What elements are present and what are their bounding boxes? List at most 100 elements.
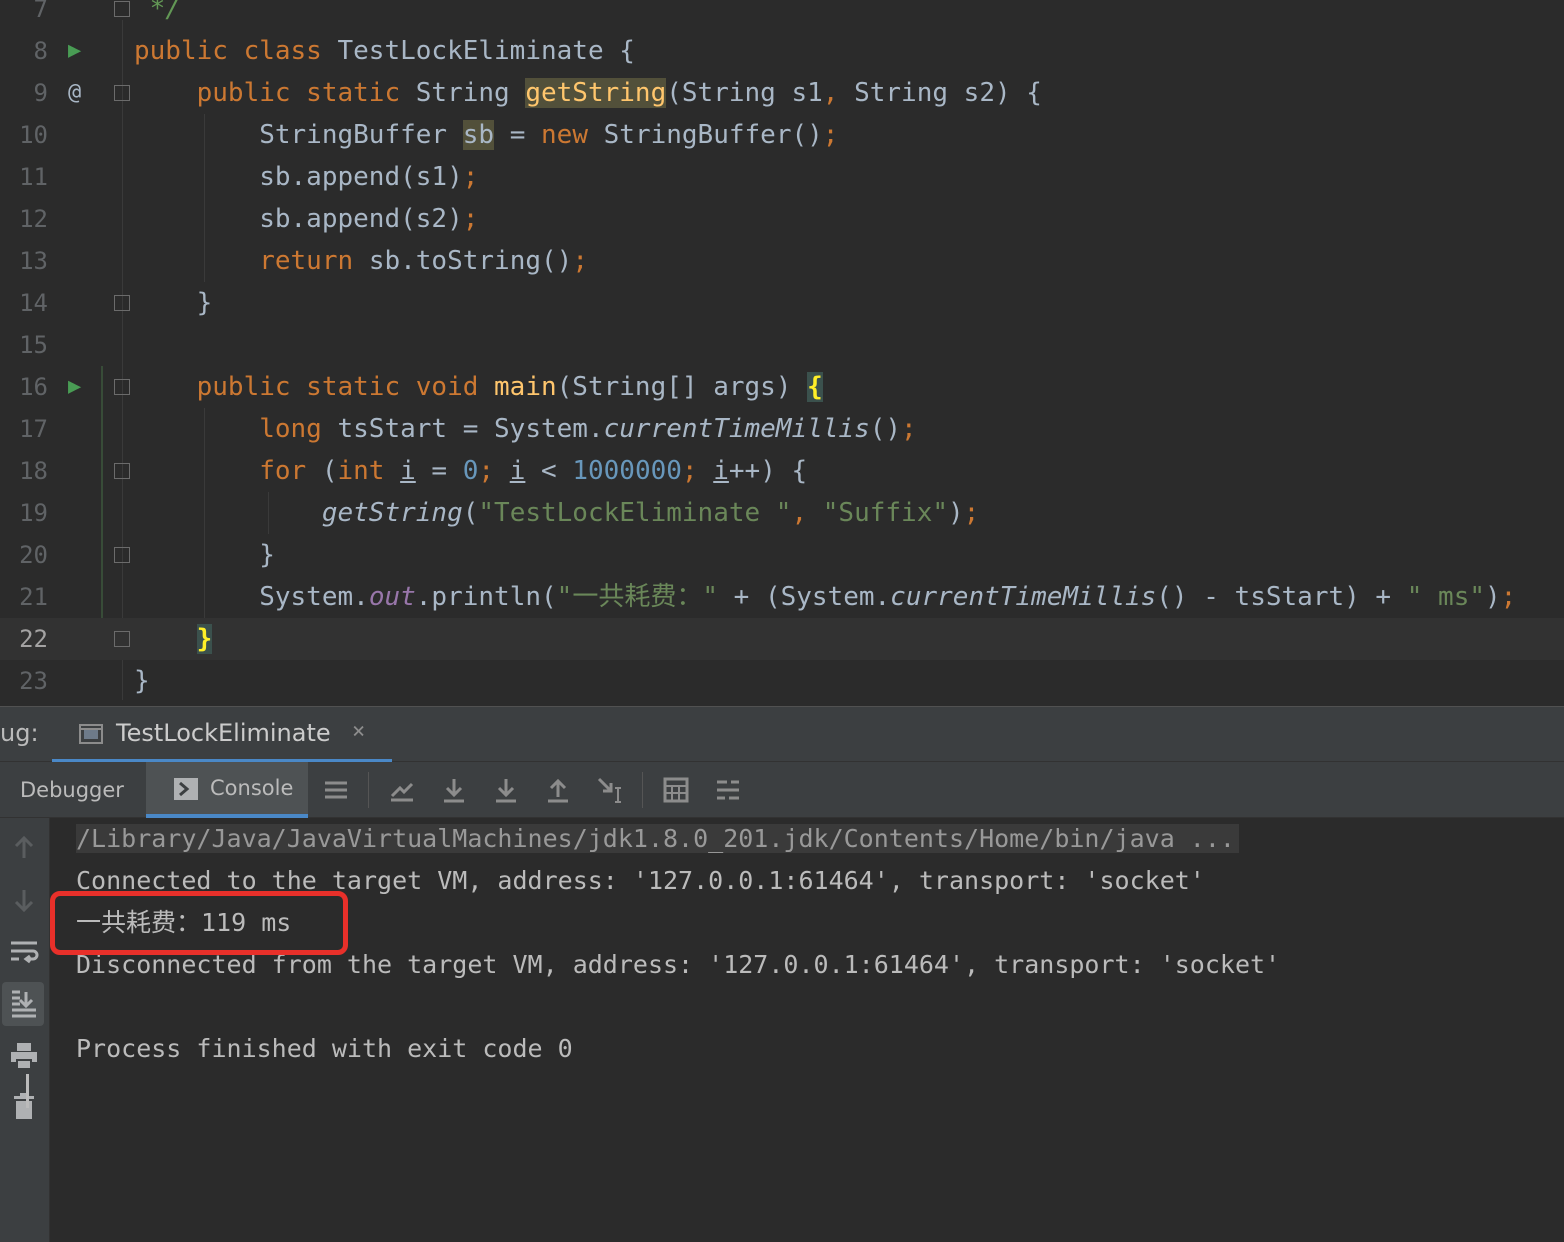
code-line[interactable]: 12 sb.append(s2);: [0, 198, 1564, 240]
code-line[interactable]: 13 return sb.toString();: [0, 240, 1564, 282]
fold-marker-icon[interactable]: [114, 295, 130, 311]
code-token: tsStart = System.: [337, 414, 604, 444]
arrow-down-icon[interactable]: [8, 884, 40, 916]
code-token: (): [869, 414, 902, 444]
code-token: long: [134, 414, 338, 444]
code-line[interactable]: 15: [0, 324, 1564, 366]
java-command-line[interactable]: /Library/Java/JavaVirtualMachines/jdk1.8…: [76, 824, 1239, 853]
evaluate-expression-icon[interactable]: [662, 776, 690, 804]
code-text: public static String getString(String s1…: [134, 72, 1042, 114]
code-editor[interactable]: 7 */8 ▶ public class TestLockEliminate { 9 @…: [0, 0, 1564, 706]
code-line[interactable]: 20 }: [0, 534, 1564, 576]
code-token: out: [368, 582, 416, 612]
code-text: sb.append(s1);: [134, 156, 478, 198]
annotation-gutter-icon[interactable]: @: [68, 72, 81, 114]
code-token: return: [134, 246, 369, 276]
code-text: public static void main(String[] args) {: [134, 366, 823, 408]
line-number[interactable]: 10: [0, 114, 48, 156]
code-token: + (System.: [717, 582, 891, 612]
tab-console-label: Console: [210, 776, 294, 800]
code-token: currentTimeMillis: [890, 582, 1157, 612]
code-token: ++) {: [728, 456, 808, 486]
tab-console[interactable]: Console: [146, 762, 308, 818]
code-token: String: [415, 78, 526, 108]
line-number[interactable]: 15: [0, 324, 48, 366]
show-execution-point-icon[interactable]: [388, 776, 416, 804]
fold-marker-icon[interactable]: [114, 85, 130, 101]
code-line[interactable]: 10 StringBuffer sb = new StringBuffer();: [0, 114, 1564, 156]
scroll-to-end-toggle[interactable]: [2, 982, 44, 1026]
code-token: i: [400, 456, 416, 486]
code-line[interactable]: 8 ▶ public class TestLockEliminate {: [0, 30, 1564, 72]
code-line[interactable]: 9 @ public static String getString(String…: [0, 72, 1564, 114]
line-number[interactable]: 13: [0, 240, 48, 282]
code-token: =: [494, 120, 542, 150]
code-token: <: [525, 456, 573, 486]
run-gutter-icon[interactable]: ▶: [68, 366, 81, 408]
line-number[interactable]: 22: [0, 618, 48, 660]
line-number[interactable]: 23: [0, 660, 48, 702]
run-gutter-icon[interactable]: ▶: [68, 30, 81, 72]
fold-marker-icon[interactable]: [114, 631, 130, 647]
arrow-up-icon[interactable]: [8, 832, 40, 864]
line-number[interactable]: 7: [0, 0, 48, 30]
line-number[interactable]: 21: [0, 576, 48, 618]
code-line[interactable]: 16 ▶ public static void main(String[] arg…: [0, 366, 1564, 408]
code-text: for (int i = 0; i < 1000000; i++) {: [134, 450, 807, 492]
code-token: (String s1: [666, 78, 823, 108]
code-token: (: [462, 498, 479, 528]
code-token: ;: [462, 162, 479, 192]
trace-icon[interactable]: [714, 776, 742, 804]
line-number[interactable]: 19: [0, 492, 48, 534]
code-token: sb.append(s1): [134, 162, 463, 192]
line-number[interactable]: 9: [0, 72, 48, 114]
code-line[interactable]: 21 System.out.println("一共耗费：" + (System.…: [0, 576, 1564, 618]
code-line[interactable]: 19 getString("TestLockEliminate ", "Suff…: [0, 492, 1564, 534]
step-out-icon[interactable]: [544, 776, 572, 804]
fold-marker-icon[interactable]: [114, 463, 130, 479]
code-token: {: [807, 372, 823, 402]
session-tab[interactable]: TestLockEliminate ×: [52, 707, 392, 763]
code-text: public class TestLockEliminate {: [134, 30, 635, 72]
code-text: getString("TestLockEliminate ", "Suffix"…: [134, 492, 979, 534]
line-number[interactable]: 8: [0, 30, 48, 72]
code-line[interactable]: 7 */: [0, 0, 1564, 30]
fold-marker-icon[interactable]: [114, 1, 130, 17]
run-to-cursor-icon[interactable]: [596, 776, 624, 804]
list-icon[interactable]: [322, 776, 350, 804]
close-icon[interactable]: ×: [352, 719, 365, 744]
line-number[interactable]: 12: [0, 198, 48, 240]
fold-marker-icon[interactable]: [114, 379, 130, 395]
code-line[interactable]: 18 for (int i = 0; i < 1000000; i++) {: [0, 450, 1564, 492]
code-token: int: [337, 456, 401, 486]
line-number[interactable]: 16: [0, 366, 48, 408]
line-number[interactable]: 17: [0, 408, 48, 450]
code-line[interactable]: 22 }: [0, 618, 1564, 660]
code-line[interactable]: 14 }: [0, 282, 1564, 324]
code-token: (: [321, 456, 338, 486]
code-line[interactable]: 11 sb.append(s1);: [0, 156, 1564, 198]
line-number[interactable]: 11: [0, 156, 48, 198]
code-line[interactable]: 17 long tsStart = System.currentTimeMill…: [0, 408, 1564, 450]
code-token: ;: [478, 456, 510, 486]
tab-debugger[interactable]: Debugger: [20, 762, 124, 818]
code-token: i: [509, 456, 526, 486]
fold-marker-icon[interactable]: [114, 547, 130, 563]
line-number[interactable]: 20: [0, 534, 48, 576]
line-number[interactable]: 14: [0, 282, 48, 324]
print-icon[interactable]: [8, 1040, 40, 1072]
code-token: }: [134, 288, 213, 318]
code-token: main: [494, 372, 557, 402]
code-line[interactable]: 23}: [0, 660, 1564, 702]
code-token: sb.append(s2): [134, 204, 463, 234]
trash-icon[interactable]: [8, 1090, 40, 1122]
line-number[interactable]: 18: [0, 450, 48, 492]
code-token: 1000000: [572, 456, 682, 486]
console-output[interactable]: /Library/Java/JavaVirtualMachines/jdk1.8…: [50, 818, 1564, 1242]
step-into-icon[interactable]: [492, 776, 520, 804]
scroll-to-end-icon: [12, 990, 36, 1018]
code-token: "TestLockEliminate ": [478, 498, 792, 528]
step-over-icon[interactable]: [440, 776, 468, 804]
soft-wrap-icon[interactable]: [8, 936, 40, 968]
